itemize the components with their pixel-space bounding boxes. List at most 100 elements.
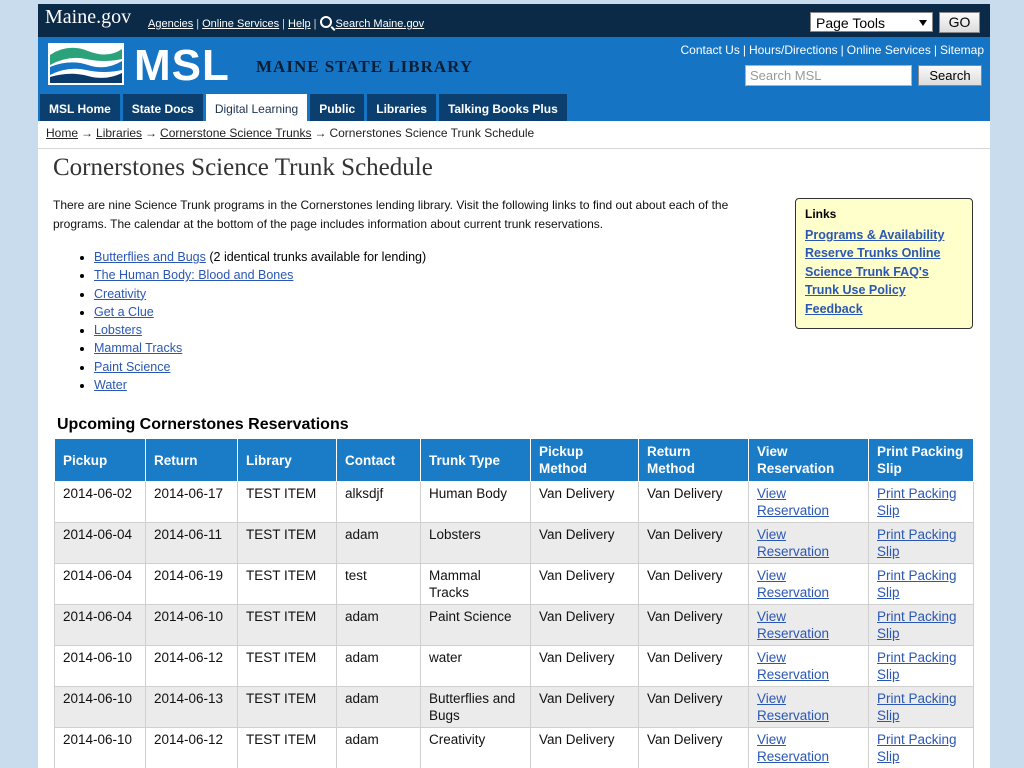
pickup-method-cell: Van Delivery [530, 604, 639, 646]
print-packing-slip-link[interactable]: Print Packing Slip [877, 527, 957, 559]
divider [38, 148, 990, 149]
pickup-cell: 2014-06-10 [54, 645, 146, 687]
view-reservation-link[interactable]: View Reservation [757, 732, 829, 764]
pickup-method-cell: Van Delivery [530, 481, 639, 523]
msl-logo-text[interactable]: MSL [134, 41, 230, 91]
column-header: Library [237, 438, 337, 482]
print-packing-slip-link[interactable]: Print Packing Slip [877, 568, 957, 600]
return-cell: 2014-06-11 [145, 522, 238, 564]
print-cell: Print Packing Slip [868, 604, 974, 646]
contact-us-link[interactable]: Contact Us [680, 43, 739, 57]
tab-digital-learning[interactable]: Digital Learning [205, 94, 308, 121]
trunk-type-cell: Mammal Tracks [420, 563, 531, 605]
trunk-link[interactable]: Water [94, 378, 127, 392]
return-method-cell: Van Delivery [638, 522, 749, 564]
breadcrumb-home[interactable]: Home [46, 126, 78, 140]
pickup-cell: 2014-06-10 [54, 727, 146, 768]
view-cell: View Reservation [748, 604, 869, 646]
main-nav: MSL Home State Docs Digital Learning Pub… [40, 94, 570, 121]
trunk-link[interactable]: The Human Body: Blood and Bones [94, 268, 293, 282]
list-item: Mammal Tracks [94, 339, 426, 357]
return-method-cell: Van Delivery [638, 481, 749, 523]
online-services-link[interactable]: Online Services [202, 18, 279, 30]
breadcrumb-libraries[interactable]: Libraries [96, 126, 142, 140]
trunk-link[interactable]: Get a Clue [94, 305, 154, 319]
breadcrumb: Home → Libraries → Cornerstone Science Trunk… [46, 126, 534, 140]
feedback-link[interactable]: Feedback [805, 300, 963, 318]
tab-msl-home[interactable]: MSL Home [40, 94, 120, 121]
print-packing-slip-link[interactable]: Print Packing Slip [877, 732, 957, 764]
library-cell: TEST ITEM [237, 604, 337, 646]
tab-libraries[interactable]: Libraries [367, 94, 436, 121]
tab-talking-books-plus[interactable]: Talking Books Plus [438, 94, 567, 121]
print-packing-slip-link[interactable]: Print Packing Slip [877, 486, 957, 518]
online-services-header-link[interactable]: Online Services [847, 43, 931, 57]
print-packing-slip-link[interactable]: Print Packing Slip [877, 691, 957, 723]
print-cell: Print Packing Slip [868, 481, 974, 523]
table-row: 2014-06-02 2014-06-17 TEST ITEM alksdjf … [54, 481, 974, 523]
view-reservation-link[interactable]: View Reservation [757, 650, 829, 682]
page-tools-select[interactable]: Page Tools [810, 12, 933, 32]
arrow-right-icon: → [145, 126, 158, 140]
programs-availability-link[interactable]: Programs & Availability [805, 226, 963, 244]
maine-gov-logo[interactable]: Maine.gov [45, 6, 131, 29]
help-link[interactable]: Help [288, 18, 311, 30]
search-maine-link[interactable]: Search Maine.gov [336, 18, 425, 30]
contact-cell: adam [336, 522, 421, 564]
trunk-link[interactable]: Mammal Tracks [94, 341, 182, 355]
trunk-link[interactable]: Creativity [94, 287, 146, 301]
page-tools-value: Page Tools [816, 15, 886, 31]
table-row: 2014-06-10 2014-06-13 TEST ITEM adam But… [54, 686, 974, 728]
return-cell: 2014-06-12 [145, 727, 238, 768]
trunk-use-policy-link[interactable]: Trunk Use Policy [805, 281, 963, 299]
search-icon [319, 16, 332, 28]
pickup-cell: 2014-06-04 [54, 604, 146, 646]
tab-state-docs[interactable]: State Docs [122, 94, 203, 121]
header-links: Contact Us | Hours/Directions | Online Servi… [680, 43, 984, 57]
trunk-type-cell: Paint Science [420, 604, 531, 646]
return-cell: 2014-06-13 [145, 686, 238, 728]
view-cell: View Reservation [748, 727, 869, 768]
trunk-type-cell: Human Body [420, 481, 531, 523]
search-button[interactable]: Search [918, 65, 982, 86]
column-header: Pickup [54, 438, 146, 482]
reservations-table: Pickup Return Library Contact Trunk Type… [54, 438, 974, 768]
column-header: Contact [336, 438, 421, 482]
library-cell: TEST ITEM [237, 645, 337, 687]
contact-cell: adam [336, 645, 421, 687]
list-item: Get a Clue [94, 303, 426, 321]
go-button[interactable]: GO [939, 12, 980, 33]
trunk-link[interactable]: Lobsters [94, 323, 142, 337]
trunk-link[interactable]: Butterflies and Bugs [94, 250, 206, 264]
search-msl-input[interactable]: Search MSL [745, 65, 912, 86]
view-cell: View Reservation [748, 563, 869, 605]
hours-directions-link[interactable]: Hours/Directions [749, 43, 838, 57]
pickup-method-cell: Van Delivery [530, 563, 639, 605]
faq-link[interactable]: Science Trunk FAQ's [805, 263, 963, 281]
intro-text: There are nine Science Trunk programs in… [53, 198, 729, 231]
maine-gov-links: Agencies | Online Services | Help | Search Mai… [148, 16, 425, 30]
view-reservation-link[interactable]: View Reservation [757, 609, 829, 641]
contact-cell: adam [336, 727, 421, 768]
trunk-link[interactable]: Paint Science [94, 360, 170, 374]
reserve-trunks-link[interactable]: Reserve Trunks Online [805, 244, 963, 262]
pickup-cell: 2014-06-10 [54, 686, 146, 728]
tab-public[interactable]: Public [310, 94, 365, 121]
print-packing-slip-link[interactable]: Print Packing Slip [877, 609, 957, 641]
trunk-list: Butterflies and Bugs (2 identical trunks… [78, 248, 426, 394]
column-header: View Reservation [748, 438, 869, 482]
breadcrumb-current: Cornerstones Science Trunk Schedule [329, 126, 535, 140]
column-header: Print Packing Slip [868, 438, 974, 482]
print-packing-slip-link[interactable]: Print Packing Slip [877, 650, 957, 682]
view-reservation-link[interactable]: View Reservation [757, 691, 829, 723]
view-reservation-link[interactable]: View Reservation [757, 568, 829, 600]
view-reservation-link[interactable]: View Reservation [757, 527, 829, 559]
site-header: MSL MAINE STATE LIBRARY Contact Us | Hours… [38, 37, 990, 121]
sitemap-link[interactable]: Sitemap [940, 43, 984, 57]
agencies-link[interactable]: Agencies [148, 18, 193, 30]
view-reservation-link[interactable]: View Reservation [757, 486, 829, 518]
breadcrumb-science-trunks[interactable]: Cornerstone Science Trunks [160, 126, 311, 140]
msl-wave-logo-icon[interactable] [48, 43, 124, 85]
arrow-right-icon: → [81, 126, 94, 140]
return-cell: 2014-06-10 [145, 604, 238, 646]
